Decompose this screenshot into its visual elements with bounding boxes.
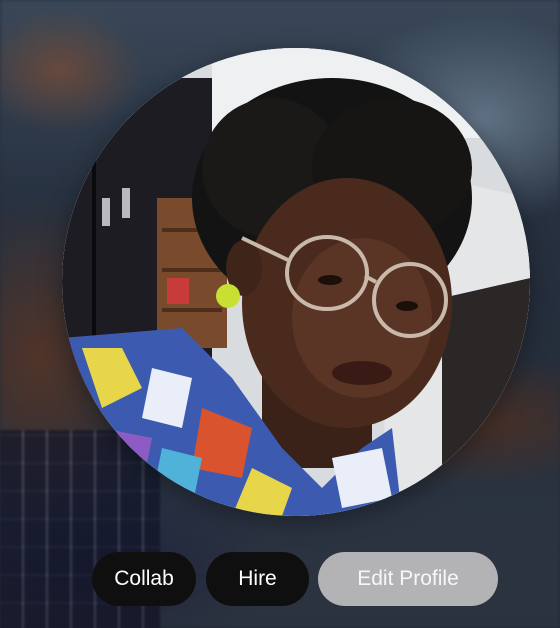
avatar-photo [62,48,530,516]
profile-actions: Collab Hire Edit Profile [0,552,560,606]
collab-button[interactable]: Collab [92,552,196,606]
edit-profile-button[interactable]: Edit Profile [318,552,498,606]
avatar[interactable] [62,48,530,516]
hire-button[interactable]: Hire [206,552,309,606]
profile-header: Collab Hire Edit Profile [0,0,560,628]
